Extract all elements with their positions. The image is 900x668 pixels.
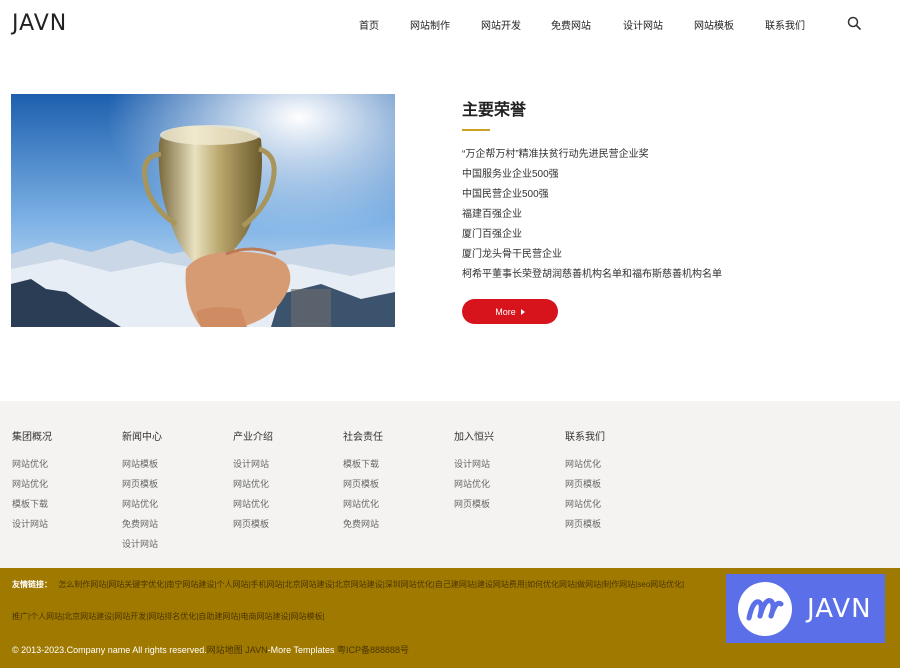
friend-link[interactable]: 南宁网站建设 [166,580,216,589]
footer-link[interactable]: 设计网站 [233,458,333,478]
friend-link[interactable]: 北京网站建设 [335,580,385,589]
honors-title: 主要荣誉 [462,102,527,119]
footer-link[interactable]: 网站优化 [122,498,222,518]
search-icon[interactable] [847,16,861,30]
honor-item: 中国服务业企业500强 [462,169,559,180]
footer-column-title: 社会责任 [343,432,383,443]
footer-link[interactable]: 网站优化 [12,458,112,478]
friend-link[interactable]: seo网站优化 [637,580,684,589]
friend-link[interactable]: 制作网站 [603,580,637,589]
footer-link[interactable]: 网站优化 [12,478,112,498]
friend-link[interactable]: 自己建网站 [435,580,477,589]
brand-link[interactable]: JAVN [245,645,267,655]
honor-item: “万企帮万村”精准扶贫行动先进民营企业奖 [462,149,649,160]
footer-column-title: 加入恒兴 [454,432,494,443]
footer-link[interactable]: 模板下载 [12,498,112,518]
footer-link[interactable]: 免费网站 [122,518,222,538]
honors-list: “万企帮万村”精准扶贫行动先进民营企业奖 中国服务业企业500强 中国民营企业5… [462,147,862,287]
footer-link[interactable]: 网页模板 [122,478,222,498]
footer-link[interactable]: 网站优化 [565,498,665,518]
honor-item: 厦门百强企业 [462,229,522,240]
more-button-label: More [495,306,516,317]
footer-link[interactable]: 网页模板 [343,478,443,498]
footer-column-title: 集团概况 [12,432,52,443]
nav-item-website-dev[interactable]: 网站开发 [481,17,521,32]
footer-column-industry: 产业介绍 设计网站 网站优化 网站优化 网页模板 [233,428,333,538]
friend-link[interactable]: 推广 [12,612,30,621]
footer-column-contact: 联系我们 网站优化 网页模板 网站优化 网页模板 [565,428,665,538]
nav-item-free-website[interactable]: 免费网站 [551,17,591,32]
friend-link[interactable]: 网站排名优化 [148,612,198,621]
javn-badge[interactable]: JAVN [726,574,885,643]
footer-column-title: 新闻中心 [122,432,162,443]
friend-link[interactable]: 做网站 [577,580,603,589]
footer-link[interactable]: 网站优化 [343,498,443,518]
javn-logo-icon [738,581,792,636]
footer-link[interactable]: 网站优化 [454,478,554,498]
footer-link[interactable]: 网站优化 [233,498,333,518]
friend-links-row-1: 友情链接： 怎么制作网站网站关键字优化南宁网站建设个人网站手机网站北京网站建设北… [12,579,684,590]
footer-link[interactable]: 网页模板 [565,518,665,538]
footer-column-title: 联系我们 [565,432,605,443]
footer-link[interactable]: 网站模板 [122,458,222,478]
honor-item: 厦门龙头骨干民营企业 [462,249,562,260]
friend-link[interactable]: 如何优化网站 [527,580,577,589]
friend-links-row-2: 推广个人网站北京网站建设网站开发网站排名优化自助建网站电商网站建设网站模板 [12,611,325,622]
footer-column-group-overview: 集团概况 网站优化 网站优化 模板下载 设计网站 [12,428,112,538]
copyright: © 2013-2023.Company name All rights rese… [12,643,409,656]
friend-links-label: 友情链接： [12,580,52,589]
nav-item-home[interactable]: 首页 [359,17,379,32]
main-nav: 首页 网站制作 网站开发 免费网站 设计网站 网站模板 联系我们 [0,17,900,32]
footer-link[interactable]: 网页模板 [454,498,554,518]
badge-text: JAVN [807,593,872,624]
friend-link[interactable]: 个人网站 [216,580,250,589]
sitemap-link[interactable]: 网站地图 [207,645,243,655]
copyright-text: © 2013-2023.Company name All rights rese… [12,645,207,655]
arrow-right-icon [520,308,525,315]
footer-link[interactable]: 网页模板 [233,518,333,538]
honor-item: 福建百强企业 [462,209,522,220]
friend-link[interactable]: 建设网站费用 [477,580,527,589]
footer-column-title: 产业介绍 [233,432,273,443]
friend-link[interactable]: 深圳网站优化 [385,580,435,589]
footer-link[interactable]: 网站优化 [233,478,333,498]
icp-number[interactable]: 粤ICP备888888号 [337,645,409,655]
footer-link[interactable]: 网站优化 [565,458,665,478]
honor-item: 柯希平董事长荣登胡润慈善机构名单和福布斯慈善机构名单 [462,269,722,280]
footer-link[interactable]: 设计网站 [12,518,112,538]
nav-item-website-template[interactable]: 网站模板 [694,17,734,32]
footer-columns: 集团概况 网站优化 网站优化 模板下载 设计网站 新闻中心 网站模板 网页模板 … [0,401,900,568]
friend-link[interactable]: 网站模板 [291,612,325,621]
footer-column-join: 加入恒兴 设计网站 网站优化 网页模板 [454,428,554,518]
friend-link[interactable]: 个人网站 [30,612,64,621]
footer-link[interactable]: 模板下载 [343,458,443,478]
friend-link[interactable]: 电商网站建设 [240,612,290,621]
honors-section: 主要荣誉 “万企帮万村”精准扶贫行动先进民营企业奖 中国服务业企业500强 中国… [462,96,862,287]
footer-link[interactable]: 网页模板 [565,478,665,498]
friend-link[interactable]: 北京网站建设 [285,580,335,589]
more-button[interactable]: More [462,299,558,324]
friend-link[interactable]: 北京网站建设 [64,612,114,621]
friend-link[interactable]: 自助建网站 [198,612,240,621]
footer-column-news: 新闻中心 网站模板 网页模板 网站优化 免费网站 设计网站 [122,428,222,558]
footer-link[interactable]: 免费网站 [343,518,443,538]
honor-item: 中国民营企业500强 [462,189,549,200]
nav-item-contact[interactable]: 联系我们 [765,17,805,32]
nav-item-website-making[interactable]: 网站制作 [410,17,450,32]
friend-link[interactable]: 手机网站 [251,580,285,589]
footer-link[interactable]: 设计网站 [122,538,222,558]
title-underline [462,129,490,131]
site-header: JAVN 首页 网站制作 网站开发 免费网站 设计网站 网站模板 联系我们 [0,0,900,48]
templates-link[interactable]: -More Templates [268,645,335,655]
footer-link[interactable]: 设计网站 [454,458,554,478]
trophy-image [11,94,395,327]
friend-link[interactable]: 怎么制作网站 [58,580,108,589]
friend-link[interactable]: 网站开发 [114,612,148,621]
footer-column-social: 社会责任 模板下载 网页模板 网站优化 免费网站 [343,428,443,538]
nav-item-design-website[interactable]: 设计网站 [623,17,663,32]
friend-link[interactable]: 网站关键字优化 [108,580,166,589]
